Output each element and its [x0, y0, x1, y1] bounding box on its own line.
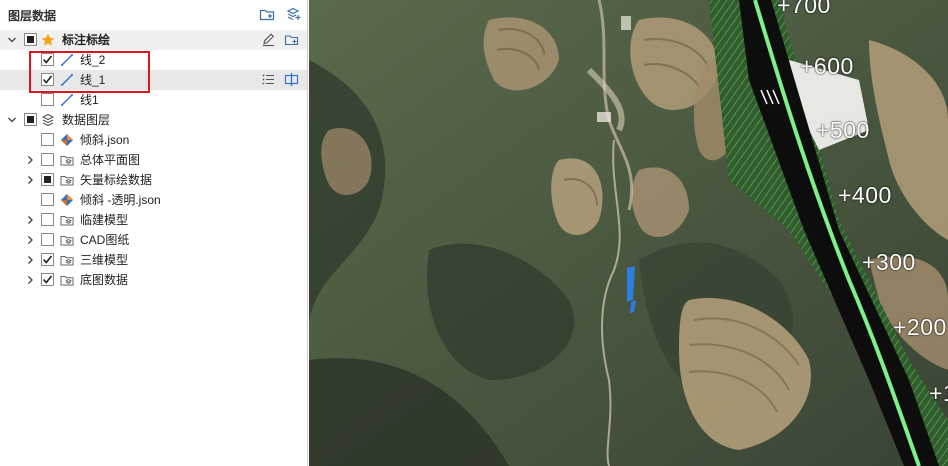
tree-item-line1-selected[interactable]: 线_1: [0, 70, 307, 90]
attribute-list-icon[interactable]: [261, 72, 276, 87]
layer-checkbox[interactable]: [41, 193, 54, 206]
station-label: +500: [816, 117, 870, 143]
layer-label: 临建模型: [80, 213, 129, 227]
tree-item-vector-plot[interactable]: 矢量标绘数据: [0, 170, 307, 190]
folder-layer-icon: [59, 272, 75, 288]
folder-layer-icon: [59, 232, 75, 248]
station-label: +1: [929, 380, 948, 406]
polyline-icon: [59, 72, 75, 88]
chevron-down-icon[interactable]: [6, 114, 18, 126]
layer-label: 底图数据: [80, 273, 129, 287]
locate-layer-icon[interactable]: [284, 72, 299, 87]
layer-label: 倾斜.json: [80, 133, 130, 147]
station-label: +700: [777, 0, 831, 18]
chevron-right-icon[interactable]: [24, 174, 36, 186]
layer-label: 数据图层: [62, 113, 111, 127]
layer-checkbox[interactable]: [41, 273, 54, 286]
layer-label: 线_1: [80, 73, 106, 87]
panel-header: 图层数据: [0, 0, 307, 30]
layer-label: 矢量标绘数据: [80, 173, 153, 187]
chevron-right-icon[interactable]: [24, 154, 36, 166]
tree-item-temp-model[interactable]: 临建模型: [0, 210, 307, 230]
station-label: +300: [862, 249, 916, 275]
station-label: +600: [800, 53, 854, 79]
tree-item-basemap[interactable]: 底图数据: [0, 270, 307, 290]
tree-group-annotation[interactable]: 标注标绘: [0, 30, 307, 50]
layer-label: 三维模型: [80, 253, 129, 267]
layer-label: 标注标绘: [62, 33, 111, 47]
layer-label: 总体平面图: [80, 153, 141, 167]
tree-item-tilt-json[interactable]: 倾斜.json: [0, 130, 307, 150]
layer-checkbox[interactable]: [41, 73, 54, 86]
layer-checkbox[interactable]: [24, 113, 37, 126]
layer-label: 倾斜 -透明.json: [80, 193, 161, 207]
tree-item-master-plan[interactable]: 总体平面图: [0, 150, 307, 170]
polyline-icon: [59, 52, 75, 68]
star-icon: [40, 32, 56, 48]
station-label: +400: [838, 182, 892, 208]
layer-label: CAD图纸: [80, 233, 130, 247]
layer-checkbox[interactable]: [41, 253, 54, 266]
layer-label: 线1: [80, 93, 99, 107]
add-layer-icon[interactable]: [285, 6, 301, 22]
polyline-icon: [59, 92, 75, 108]
station-label: +200: [893, 314, 947, 340]
panel-title: 图层数据: [8, 8, 57, 23]
folder-layer-icon: [59, 212, 75, 228]
add-folder-icon[interactable]: [259, 6, 275, 22]
layer-tree: 标注标绘 线_2 线_1 线1 数据图层 倾斜.json 总体平面图 矢量标绘数…: [0, 30, 307, 290]
layer-checkbox[interactable]: [41, 173, 54, 186]
tileset-icon: [59, 132, 75, 148]
chevron-right-icon[interactable]: [24, 214, 36, 226]
layer-checkbox[interactable]: [41, 133, 54, 146]
chevron-down-icon[interactable]: [6, 34, 18, 46]
chevron-right-icon[interactable]: [24, 254, 36, 266]
layers-icon: [40, 112, 56, 128]
layer-checkbox[interactable]: [24, 33, 37, 46]
tree-item-3d-model[interactable]: 三维模型: [0, 250, 307, 270]
layer-panel: 图层数据 标注标绘 线_2 线_1 线1 数据图层 倾斜.json 总体平面图 …: [0, 0, 308, 466]
layer-checkbox[interactable]: [41, 153, 54, 166]
layer-label: 线_2: [80, 53, 106, 67]
tileset-icon: [59, 192, 75, 208]
add-folder-icon[interactable]: [284, 32, 299, 47]
layer-checkbox[interactable]: [41, 53, 54, 66]
layer-checkbox[interactable]: [41, 213, 54, 226]
chevron-right-icon[interactable]: [24, 234, 36, 246]
tree-group-data-layers[interactable]: 数据图层: [0, 110, 307, 130]
tree-item-line1[interactable]: 线1: [0, 90, 307, 110]
edit-icon[interactable]: [261, 32, 276, 47]
tree-item-line2[interactable]: 线_2: [0, 50, 307, 70]
folder-layer-icon: [59, 252, 75, 268]
folder-layer-icon: [59, 152, 75, 168]
map-viewport[interactable]: +700 +600 +500 +400 +300 +200 +1: [309, 0, 948, 466]
tree-item-cad-drawing[interactable]: CAD图纸: [0, 230, 307, 250]
chevron-right-icon[interactable]: [24, 274, 36, 286]
layer-checkbox[interactable]: [41, 93, 54, 106]
folder-layer-icon: [59, 172, 75, 188]
tree-item-tilt-transparent[interactable]: 倾斜 -透明.json: [0, 190, 307, 210]
layer-checkbox[interactable]: [41, 233, 54, 246]
